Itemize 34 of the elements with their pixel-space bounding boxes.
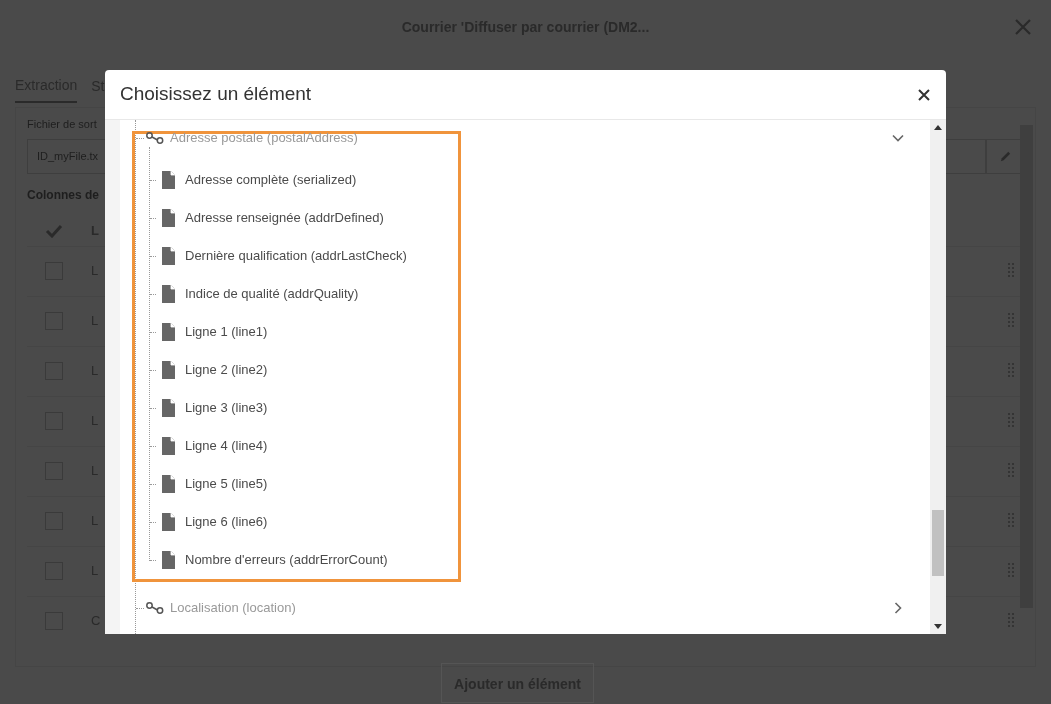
link-icon (146, 602, 164, 614)
tree-item[interactable]: Ligne 4 (line4) (185, 436, 268, 456)
document-icon (162, 323, 175, 341)
dialog-title: Choisissez un élément (120, 82, 312, 107)
scroll-down-icon[interactable] (934, 624, 942, 629)
document-icon (162, 209, 175, 227)
scroll-up-icon[interactable] (934, 125, 942, 130)
tree-item[interactable]: Ligne 1 (line1) (185, 322, 268, 342)
document-icon (162, 361, 175, 379)
scrollbar[interactable] (930, 120, 946, 634)
tree-item[interactable]: Ligne 6 (line6) (185, 512, 268, 532)
chevron-down-icon[interactable] (892, 132, 904, 144)
tree-item[interactable]: Indice de qualité (addrQuality) (185, 284, 359, 304)
check-icon (45, 223, 63, 238)
document-icon (162, 437, 175, 455)
document-icon (162, 513, 175, 531)
document-icon (162, 399, 175, 417)
tree-item[interactable]: Dernière qualification (addrLastCheck) (185, 246, 407, 266)
chevron-right-icon[interactable] (892, 602, 904, 614)
link-icon (146, 132, 164, 144)
close-icon[interactable] (918, 88, 930, 101)
tree-item[interactable]: Ligne 3 (line3) (185, 398, 268, 418)
document-icon (162, 475, 175, 493)
document-icon (162, 285, 175, 303)
tree-item[interactable]: Adresse renseignée (addrDefined) (185, 208, 384, 228)
document-icon (162, 551, 175, 569)
tree-item[interactable]: Nombre d'erreurs (addrErrorCount) (185, 550, 388, 570)
tree-item[interactable]: Ligne 5 (line5) (185, 474, 268, 494)
pencil-icon (998, 149, 1012, 163)
document-icon (162, 171, 175, 189)
tree-item[interactable]: Ligne 2 (line2) (185, 360, 268, 380)
scrollbar-thumb[interactable] (932, 510, 944, 576)
document-icon (162, 247, 175, 265)
tree-item[interactable]: Adresse complète (serialized) (185, 170, 357, 190)
